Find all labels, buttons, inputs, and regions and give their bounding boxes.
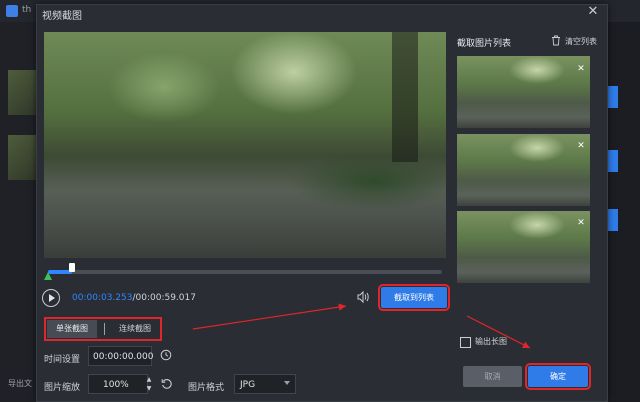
- continuous-capture-tab[interactable]: 连续截图: [110, 320, 160, 338]
- capture-to-list-button[interactable]: 截取到列表: [378, 284, 450, 311]
- background-export-label: 导出文: [8, 379, 32, 388]
- cancel-button[interactable]: 取消: [463, 366, 522, 387]
- current-time: 00:00:03.253: [72, 293, 133, 303]
- zoom-label: 图片缩放: [44, 383, 81, 393]
- mode-divider: [104, 323, 105, 335]
- app-logo-icon: [6, 5, 18, 17]
- play-button[interactable]: [42, 289, 60, 307]
- timeline-playhead[interactable]: [69, 263, 75, 272]
- remove-thumbnail-icon[interactable]: ✕: [576, 64, 586, 74]
- dialog-title: 视频截图: [42, 11, 82, 22]
- export-long-image-checkbox[interactable]: [460, 337, 471, 348]
- timeline-track[interactable]: [48, 270, 442, 274]
- zoom-input[interactable]: 100%: [88, 374, 148, 394]
- confirm-button[interactable]: 确定: [525, 363, 591, 390]
- time-readout: 00:00:03.253/00:00:59.017: [72, 293, 196, 303]
- remove-thumbnail-icon[interactable]: ✕: [576, 141, 586, 151]
- format-label: 图片格式: [188, 383, 225, 393]
- captured-thumbnail[interactable]: [457, 56, 590, 128]
- total-time: 00:00:59.017: [135, 293, 196, 303]
- single-capture-tab[interactable]: 单张截图: [47, 320, 97, 338]
- close-icon[interactable]: ✕: [586, 5, 600, 19]
- volume-icon[interactable]: [356, 290, 370, 304]
- background-app-name: th: [22, 5, 32, 15]
- captured-thumbnail[interactable]: [457, 134, 590, 206]
- trash-icon[interactable]: [551, 35, 561, 46]
- time-setting-input[interactable]: 00:00:00.000: [88, 346, 153, 366]
- time-setting-label: 时间设置: [44, 355, 81, 365]
- video-preview[interactable]: [44, 32, 446, 258]
- zoom-stepper-icon[interactable]: ▲ ▼: [144, 375, 154, 393]
- remove-thumbnail-icon[interactable]: ✕: [576, 218, 586, 228]
- clear-list-button[interactable]: 清空列表: [565, 36, 597, 47]
- chevron-down-icon: [284, 381, 290, 385]
- video-tree-trunk: [392, 32, 418, 162]
- reset-icon[interactable]: [160, 377, 174, 391]
- background-thumbnail: [8, 135, 38, 180]
- clock-history-icon[interactable]: [160, 349, 172, 361]
- capture-list-title: 截取图片列表: [457, 39, 512, 49]
- background-thumbnail: [8, 70, 38, 115]
- timeline-start-marker-icon[interactable]: [44, 272, 52, 280]
- captured-thumbnail[interactable]: [457, 211, 590, 283]
- export-long-image-label: 输出长图: [475, 337, 507, 346]
